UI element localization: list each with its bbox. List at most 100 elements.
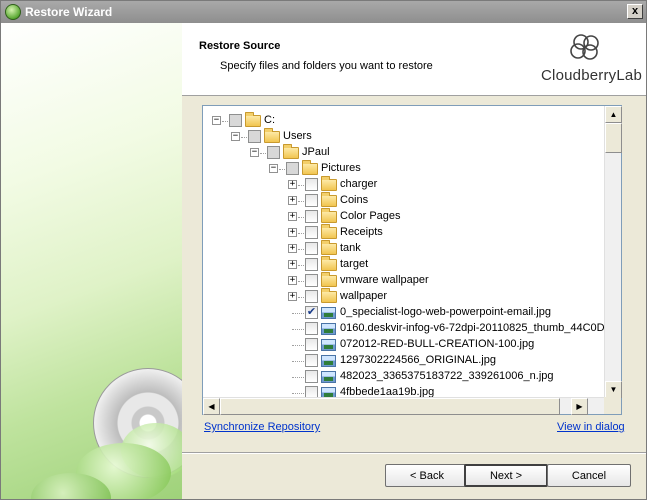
scroll-up-arrow-icon[interactable]: ▲ xyxy=(605,106,622,123)
tree-connector xyxy=(298,233,304,234)
tree-connector xyxy=(298,265,304,266)
folder-icon xyxy=(321,240,337,255)
tree-checkbox[interactable]: ✔ xyxy=(305,306,318,319)
scrollbar-corner xyxy=(604,397,621,414)
tree-connector xyxy=(292,313,304,314)
brand-logo-text: CloudberryLab xyxy=(541,67,642,84)
image-file-icon xyxy=(321,323,336,335)
tree-row[interactable]: 482023_3365375183722_339261006_n.jpg xyxy=(203,369,605,385)
folder-icon xyxy=(321,224,337,239)
tree-row[interactable]: − JPaul xyxy=(203,144,605,161)
image-file-icon xyxy=(321,339,336,351)
tree-row[interactable]: + Coins xyxy=(203,192,605,209)
tree-row[interactable]: − C: xyxy=(203,112,605,129)
vertical-scrollbar[interactable]: ▲ ▼ xyxy=(604,106,622,398)
tree-checkbox[interactable] xyxy=(305,210,318,223)
tree-rows: − C: − Users − JPaul − Pictures + charger + Coins + C… xyxy=(203,106,605,398)
expand-icon[interactable]: + xyxy=(288,276,297,285)
tree-checkbox[interactable] xyxy=(305,274,318,287)
cloudberry-logo-icon xyxy=(570,34,599,60)
collapse-icon[interactable]: − xyxy=(250,148,259,157)
tree-row[interactable]: − Pictures xyxy=(203,160,605,177)
tree-row[interactable]: + vmware wallpaper xyxy=(203,272,605,289)
tree-checkbox[interactable] xyxy=(305,194,318,207)
tree-checkbox[interactable] xyxy=(286,162,299,175)
tree-row[interactable]: 1297302224566_ORIGINAL.jpg xyxy=(203,353,605,369)
tree-checkbox[interactable] xyxy=(248,130,261,143)
synchronize-repository-link[interactable]: Synchronize Repository xyxy=(204,421,320,433)
scroll-left-arrow-icon[interactable]: ◀ xyxy=(203,398,220,415)
tree-connector xyxy=(241,137,247,138)
view-in-dialog-link[interactable]: View in dialog xyxy=(557,421,625,433)
collapse-icon[interactable]: − xyxy=(212,116,221,125)
tree-row[interactable]: + Receipts xyxy=(203,224,605,241)
tree-row[interactable]: + wallpaper xyxy=(203,288,605,305)
next-button[interactable]: Next > xyxy=(464,464,548,487)
tree-connector xyxy=(298,217,304,218)
tree-checkbox[interactable] xyxy=(305,290,318,303)
tree-item-label: Receipts xyxy=(340,226,383,238)
tree-row[interactable]: + charger xyxy=(203,176,605,193)
tree-row[interactable]: + Color Pages xyxy=(203,208,605,225)
tree-checkbox[interactable] xyxy=(267,146,280,159)
expand-icon[interactable]: + xyxy=(288,180,297,189)
tree-item-label: 0_specialist-logo-web-powerpoint-email.j… xyxy=(340,306,551,318)
tree-connector xyxy=(260,153,266,154)
scroll-right-arrow-icon[interactable]: ▶ xyxy=(571,398,588,415)
tree-row[interactable]: + target xyxy=(203,256,605,273)
footer-divider xyxy=(182,452,646,454)
close-button[interactable]: x xyxy=(627,4,643,19)
tree-row[interactable]: − Users xyxy=(203,128,605,145)
folder-icon xyxy=(321,288,337,303)
restore-wizard-window: Restore Wizard x Restore Source Specify … xyxy=(0,0,647,500)
tree-row[interactable]: 072012-RED-BULL-CREATION-100.jpg xyxy=(203,337,605,353)
page-subtitle: Specify files and folders you want to re… xyxy=(220,60,433,72)
tree-checkbox[interactable] xyxy=(305,338,318,351)
tree-connector xyxy=(292,361,304,362)
expand-icon[interactable]: + xyxy=(288,212,297,221)
vertical-scroll-thumb[interactable] xyxy=(605,123,622,153)
horizontal-scrollbar[interactable]: ◀ ▶ xyxy=(203,397,605,415)
cancel-button[interactable]: Cancel xyxy=(547,464,631,487)
wizard-header: Restore Source Specify files and folders… xyxy=(182,23,646,96)
tree-checkbox[interactable] xyxy=(305,178,318,191)
tree-checkbox[interactable] xyxy=(305,370,318,383)
folder-icon xyxy=(283,144,299,159)
tree-connector xyxy=(292,393,304,394)
tree-connector xyxy=(292,345,304,346)
tree-checkbox[interactable] xyxy=(229,114,242,127)
tree-checkbox[interactable] xyxy=(305,226,318,239)
tree-item-label: tank xyxy=(340,242,361,254)
scroll-down-arrow-icon[interactable]: ▼ xyxy=(605,381,622,398)
tree-row[interactable]: + tank xyxy=(203,240,605,257)
tree-item-label: C: xyxy=(264,114,275,126)
tree-connector xyxy=(298,297,304,298)
collapse-icon[interactable]: − xyxy=(269,164,278,173)
folder-icon xyxy=(264,128,280,143)
horizontal-scroll-thumb[interactable] xyxy=(220,398,560,415)
tree-item-label: Coins xyxy=(340,194,369,206)
tree-row[interactable]: 0160.deskvir-infog-v6-72dpi-20110825_thu… xyxy=(203,321,605,337)
tree-item-label: JPaul xyxy=(302,146,330,158)
tree-row[interactable]: ✔ 0_specialist-logo-web-powerpoint-email.… xyxy=(203,305,605,321)
expand-icon[interactable]: + xyxy=(288,244,297,253)
page-title: Restore Source xyxy=(199,40,281,52)
tree-connector xyxy=(279,169,285,170)
tree-item-label: target xyxy=(340,258,369,270)
image-file-icon xyxy=(321,307,336,319)
tree-checkbox[interactable] xyxy=(305,242,318,255)
folder-icon xyxy=(321,208,337,223)
expand-icon[interactable]: + xyxy=(288,292,297,301)
tree-item-label: 072012-RED-BULL-CREATION-100.jpg xyxy=(340,338,535,350)
expand-icon[interactable]: + xyxy=(288,196,297,205)
expand-icon[interactable]: + xyxy=(288,260,297,269)
collapse-icon[interactable]: − xyxy=(231,132,240,141)
title-bar[interactable]: Restore Wizard x xyxy=(1,1,646,23)
tree-checkbox[interactable] xyxy=(305,354,318,367)
back-button[interactable]: < Back xyxy=(385,464,469,487)
restore-source-tree[interactable]: − C: − Users − JPaul − Pictures + charger + Coins + C… xyxy=(202,105,622,415)
tree-connector xyxy=(298,249,304,250)
tree-checkbox[interactable] xyxy=(305,258,318,271)
expand-icon[interactable]: + xyxy=(288,228,297,237)
tree-checkbox[interactable] xyxy=(305,322,318,335)
